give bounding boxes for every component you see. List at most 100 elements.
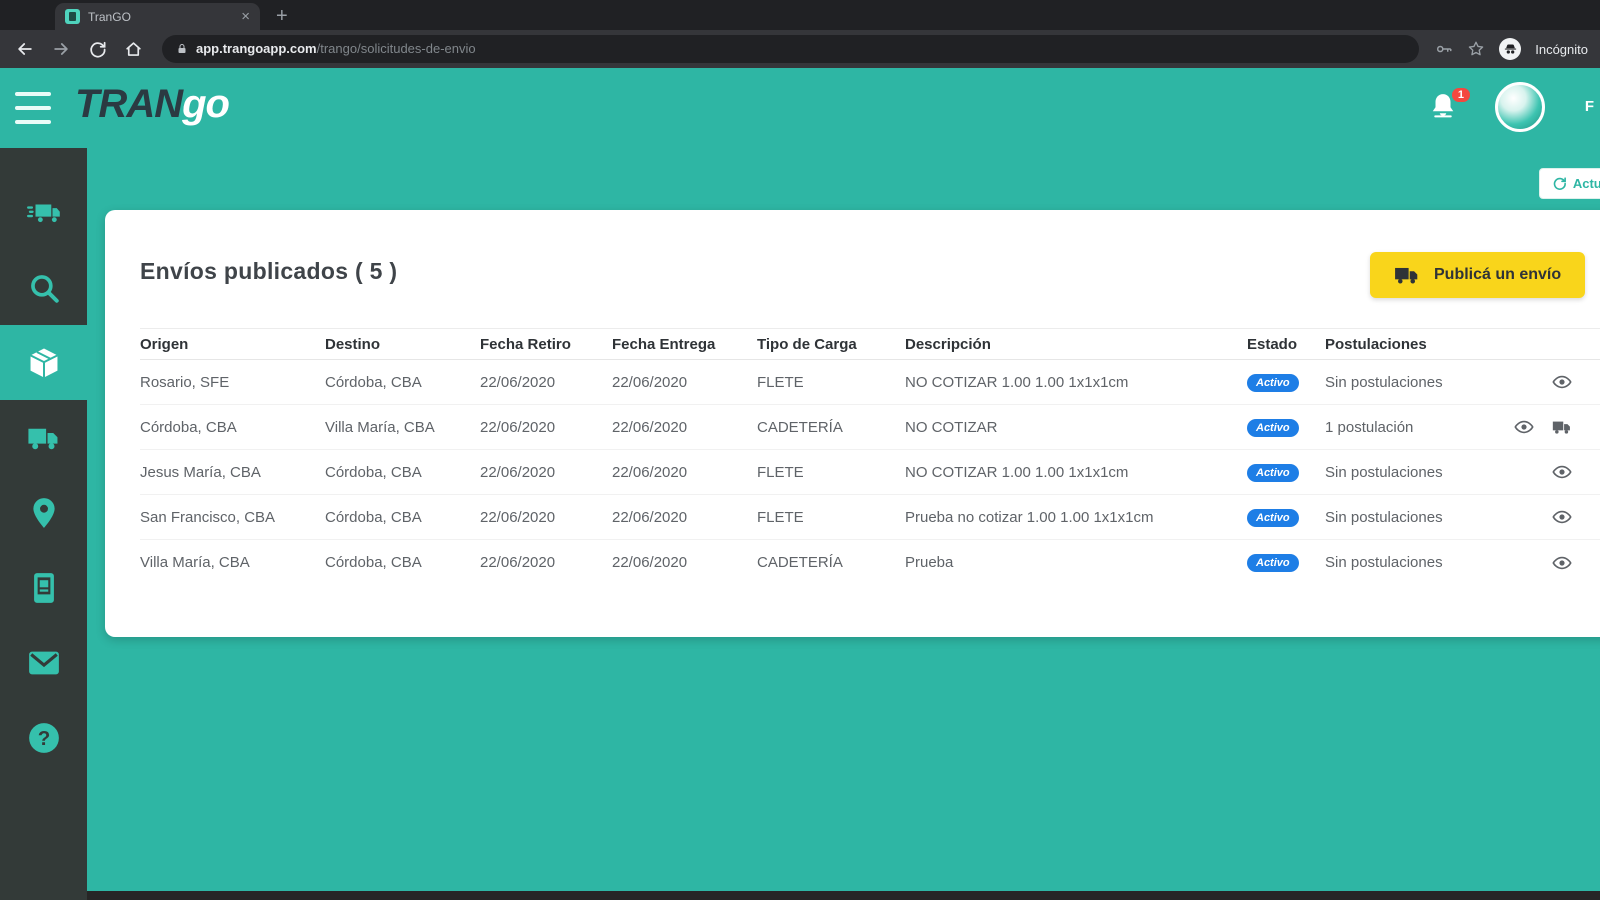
help-icon: ? [27,721,61,755]
cell-origen: Villa María, CBA [140,554,250,571]
cell-fecha-retiro: 22/06/2020 [480,373,556,391]
mobile-icon [27,571,61,605]
page-title: Envíos publicados ( 5 ) [140,258,398,284]
eye-icon [1552,372,1572,392]
status-badge: Activo [1247,418,1299,437]
notification-badge: 1 [1451,88,1470,102]
sidebar-item-receipts[interactable] [0,550,87,625]
cell-fecha-retiro: 22/06/2020 [480,554,556,571]
home-button[interactable] [120,36,146,62]
view-button[interactable] [1552,372,1572,392]
refresh-label: Actualizar [1572,176,1600,191]
cell-fecha-entrega: 22/06/2020 [612,418,688,436]
column-header-estado: Estado [1247,335,1298,353]
cell-fecha-entrega: 22/06/2020 [612,463,688,481]
cell-destino: Córdoba, CBA [325,373,422,391]
cell-estado: Activo [1247,553,1325,572]
cell-tipo-carga: FLETE [757,508,804,526]
cell-origen: Córdoba, CBA [140,418,237,436]
notifications-button[interactable]: 1 [1428,88,1470,126]
table-body: Rosario, SFE Córdoba, CBA 22/06/2020 22/06/… [140,360,1600,585]
status-badge: Activo [1247,463,1299,482]
incognito-icon [1499,38,1522,60]
reload-button[interactable] [84,36,110,62]
sidebar-item-packages[interactable] [0,325,87,400]
column-header-fecha-entrega: Fecha Entrega [612,335,716,353]
view-button[interactable] [1552,553,1572,573]
sidebar-item-messages[interactable] [0,625,87,700]
url-path: /trango/solicitudes-de-envio [316,41,476,56]
new-tab-button[interactable]: + [276,3,288,30]
cell-estado: Activo [1247,463,1325,482]
postulations-button[interactable] [1552,417,1572,437]
status-badge: Activo [1247,373,1299,392]
sidebar-item-help[interactable]: ? [0,700,87,775]
refresh-button[interactable]: Actualizar [1538,168,1600,199]
column-header-tipo-de-carga: Tipo de Carga [757,335,857,353]
main-content: Actualizar Envíos publicados ( 5 ) Publi… [87,148,1600,900]
cell-tipo-carga: FLETE [757,373,804,391]
table-row: Rosario, SFE Córdoba, CBA 22/06/2020 22/06/… [140,360,1600,405]
cell-destino: Córdoba, CBA [325,463,422,481]
menu-hamburger-icon[interactable] [15,92,51,124]
map-pin-icon [27,496,61,530]
sidebar-item-transport[interactable] [0,400,87,475]
cell-actions [1490,462,1600,482]
bottom-bar [87,891,1600,900]
cell-descripcion: NO COTIZAR 1.00 1.00 1x1x1cm [905,463,1129,481]
cell-estado: Activo [1247,418,1325,437]
truck-icon [1552,417,1572,437]
browser-toolbar: app.trangoapp.com/trango/solicitudes-de-… [0,30,1600,68]
truck-icon [1395,267,1418,284]
view-button[interactable] [1552,462,1572,482]
eye-icon [1514,417,1534,437]
status-badge: Activo [1247,554,1299,572]
shipments-card: Envíos publicados ( 5 ) Publicá un envío… [105,210,1600,637]
cell-fecha-retiro: 22/06/2020 [480,463,556,481]
cell-destino: Córdoba, CBA [325,554,422,571]
eye-icon [1552,507,1572,527]
profile-name: F [1584,98,1594,115]
cell-actions [1490,553,1600,573]
table-header-row: Origen Destino Fecha Retiro Fecha Entrega Ti… [140,328,1600,360]
cell-postulaciones: Sin postulaciones [1325,373,1443,391]
avatar[interactable] [1495,82,1545,132]
column-header-descripci-n: Descripción [905,335,991,353]
cell-destino: Córdoba, CBA [325,508,422,526]
sidebar-item-search[interactable] [0,250,87,325]
browser-tab[interactable]: TranGO × [55,3,260,30]
logo-part2: go [182,82,230,126]
view-button[interactable] [1514,417,1534,437]
shipments-table: Origen Destino Fecha Retiro Fecha Entrega Ti… [140,328,1600,585]
sidebar-item-locations[interactable] [0,475,87,550]
app-logo: TRANgo [75,82,230,127]
incognito-label: Incógnito [1535,41,1588,57]
back-button[interactable] [12,36,38,62]
publish-shipment-button[interactable]: Publicá un envío [1370,252,1586,298]
app-header: TRANgo 1 F [0,68,1600,148]
bookmark-star-icon[interactable] [1467,40,1485,58]
sidebar-nav: ? [0,148,87,900]
status-badge: Activo [1247,508,1299,527]
cell-postulaciones: Sin postulaciones [1325,554,1443,571]
forward-button[interactable] [48,36,74,62]
url-bar[interactable]: app.trangoapp.com/trango/solicitudes-de-… [162,35,1420,63]
cell-origen: Jesus María, CBA [140,463,261,481]
key-icon[interactable] [1435,40,1453,58]
svg-text:?: ? [37,727,50,750]
sidebar-item-fast-shipments[interactable] [0,175,87,250]
cell-postulaciones: 1 postulación [1325,418,1414,436]
cell-descripcion: NO COTIZAR [905,418,998,436]
table-row: Villa María, CBA Córdoba, CBA 22/06/2020 22… [140,540,1600,585]
site-favicon-icon [65,9,80,24]
browser-tabstrip: TranGO × + [0,0,1600,30]
toolbar-right: Incógnito [1435,38,1588,60]
truck-icon [27,421,61,455]
envelope-icon [27,646,61,680]
cell-actions [1490,507,1600,527]
column-header-destino: Destino [325,335,381,353]
cell-actions [1490,372,1600,392]
tab-close-icon[interactable]: × [241,9,250,24]
column-header-postulaciones: Postulaciones [1325,335,1427,353]
view-button[interactable] [1552,507,1572,527]
